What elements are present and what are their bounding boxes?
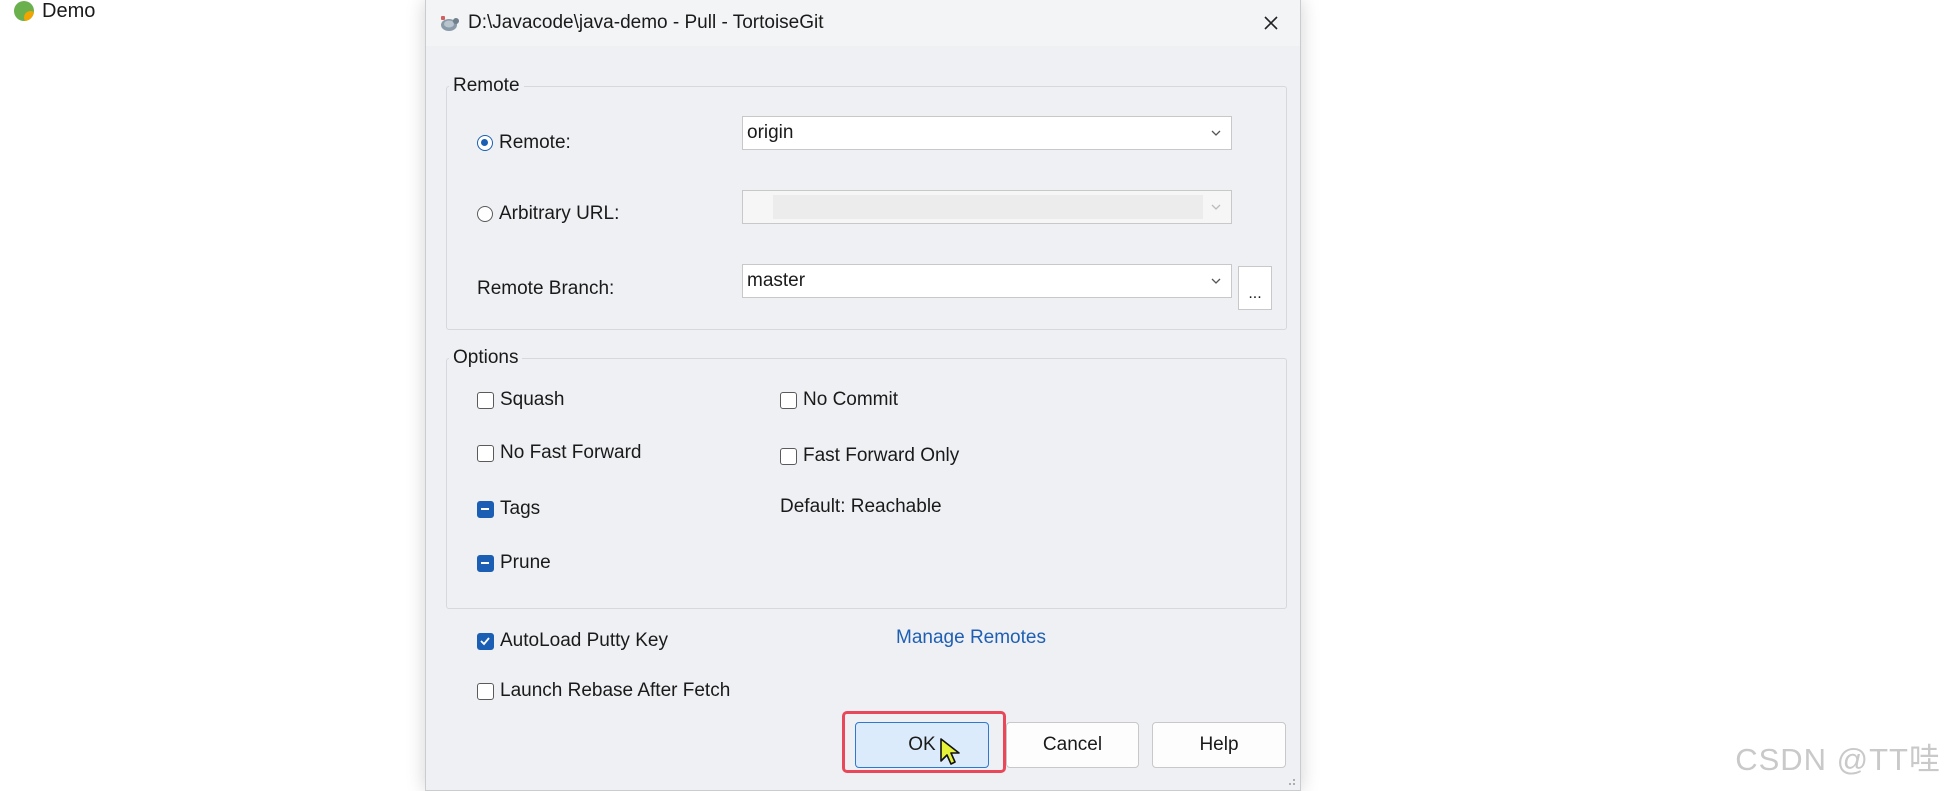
- autoload-putty-key-checkbox[interactable]: AutoLoad Putty Key: [477, 630, 668, 652]
- no-commit-checkbox-box[interactable]: [780, 391, 797, 409]
- options-group-label: Options: [449, 347, 523, 369]
- squash-checkbox[interactable]: Squash: [477, 389, 564, 411]
- prune-checkbox-box[interactable]: [477, 554, 494, 572]
- no-commit-label: No Commit: [803, 389, 899, 410]
- demo-logo-icon: [14, 1, 34, 21]
- tags-default-note: Default: Reachable: [780, 496, 942, 517]
- dialog-title: D:\Javacode\java-demo - Pull - TortoiseG…: [468, 12, 824, 33]
- autoload-putty-key-checkbox-box[interactable]: [477, 632, 494, 650]
- remote-branch-combobox[interactable]: master: [742, 264, 1232, 298]
- remote-branch-value: master: [747, 270, 806, 291]
- launch-rebase-checkbox-box[interactable]: [477, 682, 494, 700]
- watermark: CSDN @TT哇: [1735, 742, 1941, 777]
- remote-group-label: Remote: [449, 75, 524, 97]
- pull-dialog: D:\Javacode\java-demo - Pull - TortoiseG…: [425, 0, 1301, 791]
- arbitrary-url-radio[interactable]: Arbitrary URL:: [477, 203, 619, 225]
- close-icon: [1264, 16, 1278, 30]
- no-fast-forward-checkbox-box[interactable]: [477, 444, 494, 462]
- squash-label: Squash: [500, 389, 565, 410]
- remote-branch-label: Remote Branch:: [477, 278, 615, 299]
- prune-checkbox[interactable]: Prune: [477, 552, 551, 574]
- tags-checkbox-box[interactable]: [477, 500, 494, 518]
- remote-radio-label: Remote:: [499, 132, 571, 153]
- fast-forward-only-checkbox[interactable]: Fast Forward Only: [780, 445, 959, 467]
- tags-checkbox[interactable]: Tags: [477, 498, 540, 520]
- no-fast-forward-checkbox[interactable]: No Fast Forward: [477, 442, 641, 464]
- resize-grip-icon[interactable]: [1284, 774, 1296, 786]
- remote-radio[interactable]: Remote:: [477, 132, 571, 154]
- arbitrary-url-radio-indicator[interactable]: [477, 206, 493, 222]
- help-button[interactable]: Help: [1152, 722, 1286, 768]
- browse-branch-button[interactable]: ...: [1238, 266, 1272, 310]
- fast-forward-only-checkbox-box[interactable]: [780, 447, 797, 465]
- ok-button[interactable]: OK: [855, 722, 989, 768]
- arbitrary-url-input-disabled: [773, 195, 1203, 219]
- no-commit-checkbox[interactable]: No Commit: [780, 389, 898, 411]
- dialog-titlebar[interactable]: D:\Javacode\java-demo - Pull - TortoiseG…: [426, 0, 1300, 46]
- arbitrary-url-label: Arbitrary URL:: [499, 203, 620, 224]
- mouse-cursor-icon: [940, 738, 960, 765]
- manage-remotes-link[interactable]: Manage Remotes: [896, 627, 1046, 649]
- remote-value: origin: [747, 122, 794, 143]
- no-fast-forward-label: No Fast Forward: [500, 442, 642, 463]
- fast-forward-only-label: Fast Forward Only: [803, 445, 960, 466]
- chevron-down-icon: [1211, 278, 1221, 284]
- cancel-button[interactable]: Cancel: [1006, 722, 1139, 768]
- checkmark-icon: [480, 636, 490, 645]
- arbitrary-url-combobox[interactable]: [742, 190, 1232, 224]
- autoload-putty-key-label: AutoLoad Putty Key: [500, 630, 668, 651]
- close-button[interactable]: [1256, 9, 1286, 37]
- prune-label: Prune: [500, 552, 551, 573]
- tortoisegit-icon: [438, 13, 460, 33]
- chevron-down-icon: [1211, 204, 1221, 210]
- remote-radio-indicator[interactable]: [477, 135, 493, 151]
- launch-rebase-label: Launch Rebase After Fetch: [500, 680, 731, 701]
- launch-rebase-checkbox[interactable]: Launch Rebase After Fetch: [477, 680, 730, 702]
- remote-combobox[interactable]: origin: [742, 116, 1232, 150]
- squash-checkbox-box[interactable]: [477, 391, 494, 409]
- tags-label: Tags: [500, 498, 541, 519]
- app-header: Demo: [14, 0, 95, 22]
- app-name: Demo: [42, 0, 96, 22]
- chevron-down-icon: [1211, 130, 1221, 136]
